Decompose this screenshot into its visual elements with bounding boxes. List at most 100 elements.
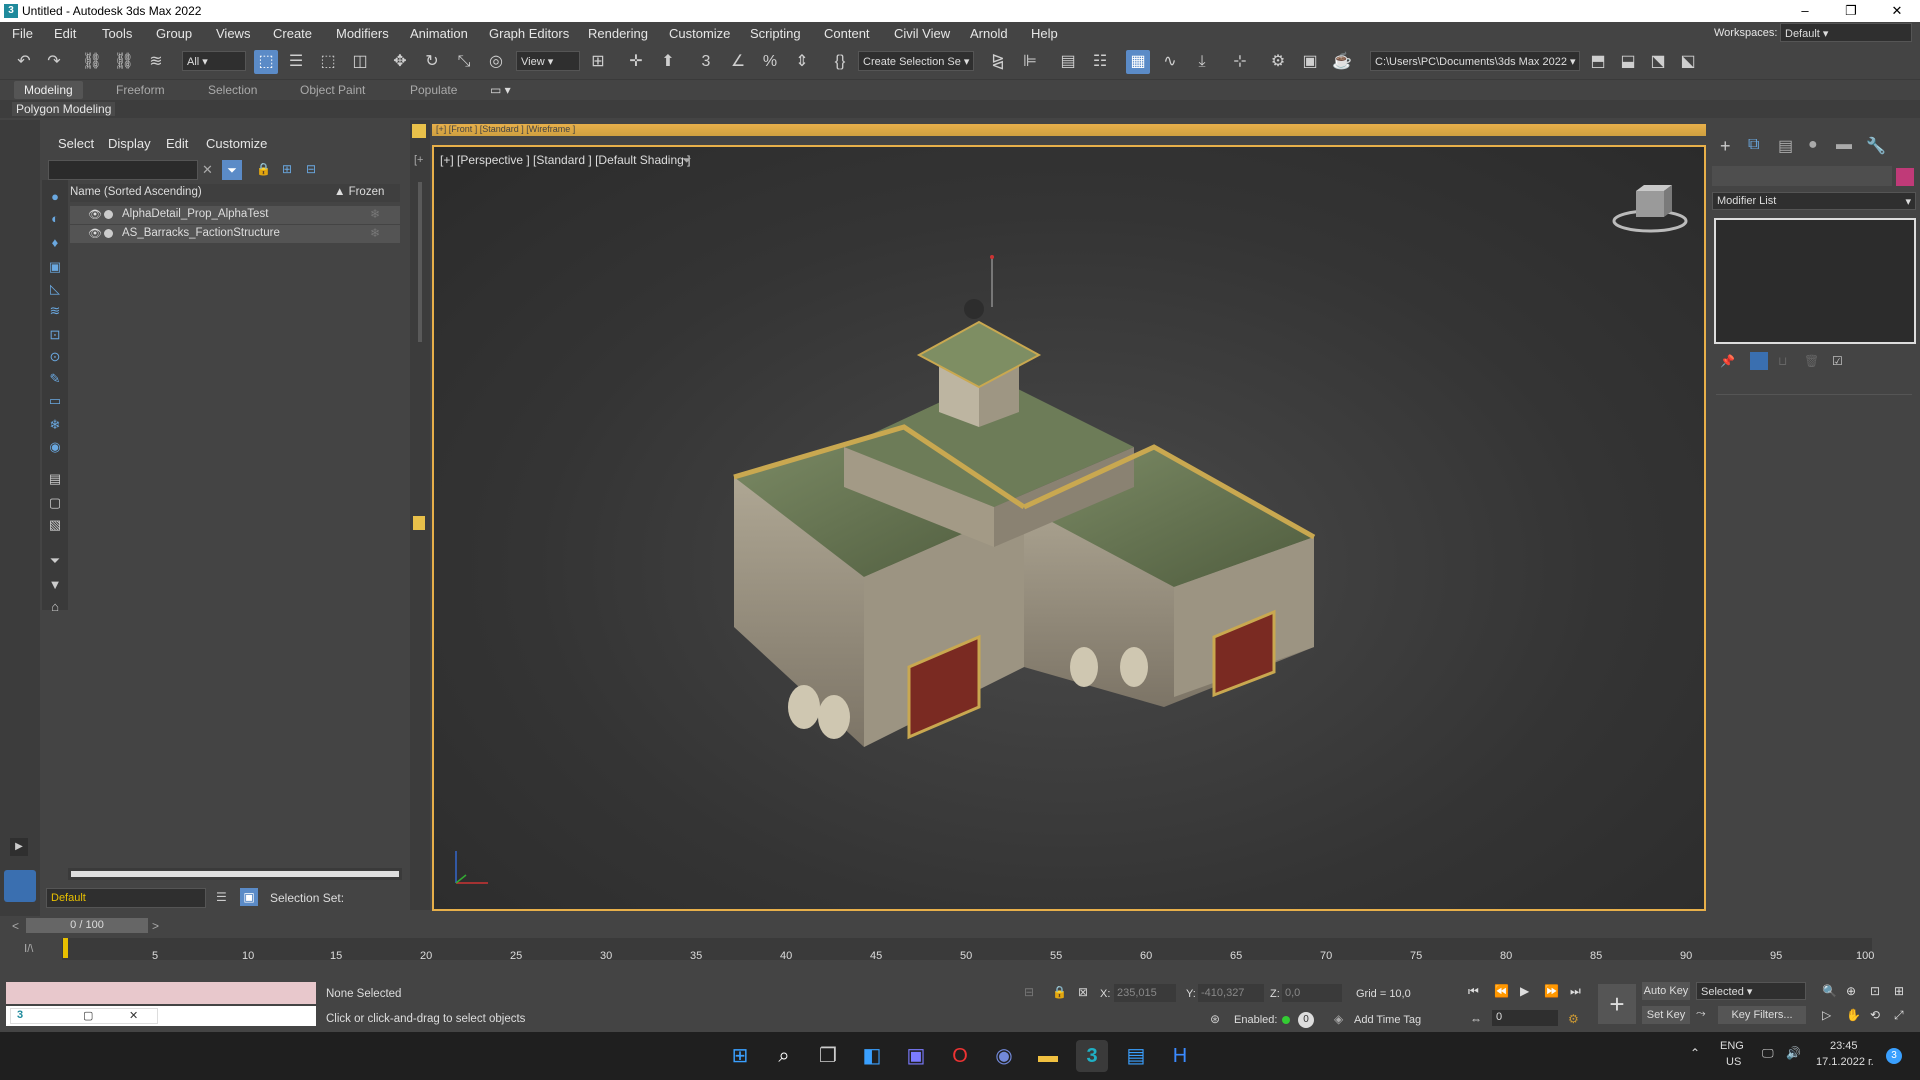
barracks-model[interactable] <box>694 247 1394 767</box>
ribbon-tab-object-paint[interactable]: Object Paint <box>300 83 365 97</box>
render-dot-icon[interactable] <box>104 229 113 238</box>
menu-modifiers[interactable]: Modifiers <box>336 26 389 41</box>
project-folder-icon[interactable]: ⬒ <box>1586 50 1610 74</box>
menu-animation[interactable]: Animation <box>410 26 468 41</box>
explorer-horizontal-scrollbar[interactable] <box>68 868 402 880</box>
curve-editor-icon[interactable]: ∿ <box>1158 50 1182 74</box>
layer-explorer-icon[interactable]: ☷ <box>1088 50 1112 74</box>
maximize-button[interactable]: ❐ <box>1828 0 1874 22</box>
project-path-dropdown[interactable]: C:\Users\PC\Documents\3ds Max 2022 ▾ <box>1370 51 1580 71</box>
menu-help[interactable]: Help <box>1031 26 1058 41</box>
display-spacewarps-icon[interactable]: ≋ <box>46 302 64 320</box>
time-config-icon[interactable]: ⚙ <box>1568 1012 1579 1026</box>
unlink-icon[interactable]: ⛓ <box>112 50 136 74</box>
close-button[interactable]: ✕ <box>1874 0 1920 22</box>
display-cameras-icon[interactable]: ▣ <box>46 258 64 276</box>
add-time-tag-button[interactable]: Add Time Tag <box>1354 1014 1421 1026</box>
tab-select[interactable]: Select <box>58 136 94 151</box>
select-by-name-icon[interactable]: ☰ <box>284 50 308 74</box>
named-selection-dropdown[interactable]: Create Selection Se ▾ <box>858 51 974 71</box>
maximize-viewport-icon[interactable]: ⤢ <box>1894 1008 1904 1023</box>
rotate-icon[interactable]: ↻ <box>420 50 444 74</box>
viewport-plus-icon[interactable]: [+ <box>414 154 423 166</box>
project-settings-icon[interactable]: ⬕ <box>1676 50 1700 74</box>
next-key-icon[interactable]: ⏩ <box>1544 984 1559 998</box>
prev-key-icon[interactable]: ⏪ <box>1494 984 1509 998</box>
widgets-icon[interactable]: ◧ <box>856 1040 888 1072</box>
create-tab-icon[interactable]: + <box>1720 136 1731 157</box>
expand-panel-icon[interactable]: ▶ <box>10 838 28 856</box>
selection-filter-dropdown[interactable]: All ▾ <box>182 51 246 71</box>
start-icon[interactable]: ⊞ <box>724 1040 756 1072</box>
modify-tab-icon[interactable]: ⧉ <box>1748 136 1759 154</box>
frozen-icon[interactable]: ❄ <box>370 226 380 240</box>
zoom-extents-icon[interactable]: ⊡ <box>1870 984 1880 998</box>
menu-civil-view[interactable]: Civil View <box>894 26 950 41</box>
ribbon-tab-selection[interactable]: Selection <box>208 83 257 97</box>
viewport-filter-icon[interactable]: ⏷ <box>682 153 692 168</box>
mirror-icon[interactable]: ⧎ <box>986 50 1010 74</box>
app-h-icon[interactable]: H <box>1164 1040 1196 1072</box>
volume-icon[interactable]: 🔊 <box>1786 1046 1801 1060</box>
current-frame-field[interactable]: 0 <box>1492 1010 1558 1026</box>
window-crossing-icon[interactable]: ◫ <box>348 50 372 74</box>
viewport-splitter[interactable] <box>418 182 422 342</box>
menu-scripting[interactable]: Scripting <box>750 26 801 41</box>
display-invert-icon[interactable]: ▧ <box>46 516 64 534</box>
listener-restore-icon[interactable]: ▢ <box>83 1009 93 1022</box>
bind-spacewarp-icon[interactable]: ≋ <box>144 50 168 74</box>
object-name-field[interactable] <box>1712 166 1892 186</box>
display-frozen-icon[interactable]: ❄ <box>46 416 64 434</box>
show-end-result-icon[interactable] <box>1750 352 1768 370</box>
notification-badge[interactable]: 3 <box>1886 1048 1902 1064</box>
material-editor-icon[interactable]: ⊹ <box>1228 50 1252 74</box>
display-groups-icon[interactable]: ⊡ <box>46 326 64 344</box>
pan-icon[interactable]: ✋ <box>1846 1008 1861 1022</box>
eye-icon[interactable]: 👁 <box>88 208 102 221</box>
hierarchy-layers-icon[interactable]: ⊟ <box>306 162 316 176</box>
minimize-button[interactable]: – <box>1782 0 1828 22</box>
list-item[interactable]: 👁 AlphaDetail_Prop_AlphaTest ❄ <box>70 206 400 224</box>
default-tangent-icon[interactable]: ⤳ <box>1696 1006 1706 1021</box>
adaptive-degradation-icon[interactable]: ⊛ <box>1210 1012 1220 1026</box>
pin-stack-icon[interactable]: 📌 <box>1720 354 1735 368</box>
clear-search-icon[interactable]: ✕ <box>202 162 213 178</box>
viewcube-icon[interactable] <box>1610 183 1690 243</box>
select-object-icon[interactable]: ⬚ <box>254 50 278 74</box>
key-mode-icon[interactable]: ⇔ <box>1470 1012 1482 1026</box>
lock-icon[interactable]: 🔒 <box>256 162 271 176</box>
layer-dropdown[interactable]: Default <box>46 888 206 908</box>
set-keys-button[interactable]: + <box>1598 984 1636 1024</box>
selection-lock-icon[interactable]: 🔒 <box>1052 985 1067 999</box>
scale-icon[interactable]: ⤡ <box>452 50 476 74</box>
ribbon-tab-populate[interactable]: Populate <box>410 83 457 97</box>
chat-icon[interactable]: ▣ <box>900 1040 932 1072</box>
utilities-tab-icon[interactable]: 🔧 <box>1866 136 1886 156</box>
workspaces-dropdown[interactable]: Default ▾ <box>1780 23 1912 42</box>
render-icon[interactable]: ☕ <box>1330 50 1354 74</box>
eye-icon[interactable]: 👁 <box>88 227 102 240</box>
configure-sets-icon[interactable]: ☑ <box>1832 354 1843 368</box>
zoom-extents-all-icon[interactable]: ⊞ <box>1894 984 1904 998</box>
time-tag-icon[interactable]: ◈ <box>1334 1012 1343 1026</box>
ribbon-polygon-modeling[interactable]: Polygon Modeling <box>12 102 116 116</box>
tab-display[interactable]: Display <box>108 136 151 151</box>
y-coord-field[interactable]: -410,327 <box>1198 984 1264 1002</box>
absolute-mode-icon[interactable]: ⊠ <box>1078 985 1088 999</box>
perspective-viewport[interactable]: [+] [Perspective ] [Standard ] [Default … <box>432 145 1706 911</box>
redo-icon[interactable]: ↷ <box>42 50 66 74</box>
isolate-icon[interactable]: ⊟ <box>1024 985 1034 999</box>
maxscript-mini-listener[interactable]: 3 ▢ ✕ <box>6 1006 316 1026</box>
funnel-icon[interactable]: ⏷ <box>46 552 64 570</box>
play-icon[interactable]: ▶ <box>1520 984 1529 998</box>
hierarchy-tab-icon[interactable]: ▤ <box>1778 136 1793 156</box>
percent-snap-icon[interactable]: % <box>758 50 782 74</box>
clock-time[interactable]: 23:45 <box>1830 1040 1858 1052</box>
set-key-button[interactable]: Set Key <box>1642 1006 1690 1024</box>
menu-views[interactable]: Views <box>216 26 250 41</box>
mini-curve-icon[interactable]: Ⅰ/\ <box>24 942 33 955</box>
folder-icon[interactable]: ⌂ <box>46 598 64 616</box>
schematic-view-icon[interactable]: ⤓ <box>1190 50 1214 74</box>
rect-selection-icon[interactable]: ⬚ <box>316 50 340 74</box>
auto-key-button[interactable]: Auto Key <box>1642 982 1690 1000</box>
